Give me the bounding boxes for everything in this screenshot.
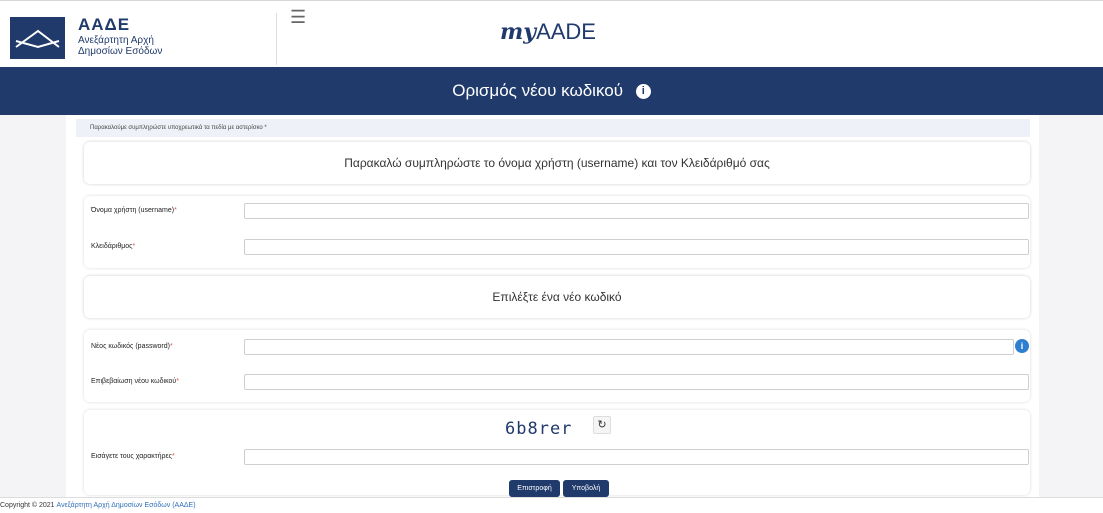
- copyright-text: Copyright © 2021: [0, 502, 57, 509]
- brand-line-2: Δημοσίων Εσόδων: [78, 46, 163, 57]
- section-title-credentials: Παρακαλώ συμπληρώστε το όνομα χρήστη (us…: [84, 142, 1030, 184]
- confirm-password-input[interactable]: [244, 374, 1029, 390]
- aade-brand[interactable]: ΑΑΔΕ Ανεξάρτητη Αρχή Δημοσίων Εσόδων: [78, 15, 162, 57]
- refresh-icon[interactable]: ↻: [593, 416, 611, 434]
- myaade-logo-suffix: AADE: [536, 19, 596, 44]
- new-password-label: Νέος κωδικός (password)*: [91, 343, 173, 350]
- footer: Copyright © 2021 Ανεξάρτητη Αρχή Δημοσίω…: [0, 497, 1103, 513]
- kleidarithmos-label: Κλειδάριθμος*: [91, 243, 136, 250]
- username-label: Όνομα χρήστη (username)*: [91, 207, 177, 214]
- confirm-password-label: Επιβεβαίωση νέου κωδικού*: [91, 378, 179, 385]
- username-input[interactable]: [244, 203, 1029, 219]
- section-title-new-password: Επιλέξτε ένα νέο κωδικό: [84, 276, 1030, 318]
- info-icon[interactable]: i: [635, 84, 651, 100]
- required-hint: Παρακαλούμε συμπληρώστε υποχρεωτικά τα π…: [76, 119, 1030, 137]
- captcha-label: Εισάγετε τους χαρακτήρες*: [91, 453, 175, 460]
- header-divider: [276, 13, 277, 65]
- aade-footer-link[interactable]: Ανεξάρτητη Αρχή Δημοσίων Εσόδων (ΑΑΔΕ): [57, 502, 196, 509]
- myaade-logo[interactable]: myAADE: [500, 19, 596, 45]
- page-title-banner: Ορισμός νέου κωδικού i: [0, 67, 1103, 115]
- captcha-image: 6b8rer: [505, 419, 573, 439]
- submit-button[interactable]: Υποβολή: [563, 480, 609, 497]
- password-info-icon[interactable]: i: [1015, 339, 1029, 353]
- aade-logo-icon[interactable]: [10, 17, 65, 59]
- page-title: Ορισμός νέου κωδικού: [452, 81, 623, 100]
- top-header: ΑΑΔΕ Ανεξάρτητη Αρχή Δημοσίων Εσόδων ☰ m…: [0, 0, 1103, 68]
- captcha-input[interactable]: [244, 449, 1029, 465]
- kleidarithmos-input[interactable]: [244, 239, 1029, 255]
- hamburger-icon[interactable]: ☰: [290, 7, 306, 28]
- new-password-input[interactable]: [244, 339, 1014, 355]
- brand-line-1: Ανεξάρτητη Αρχή: [78, 35, 154, 46]
- back-button[interactable]: Επιστροφή: [509, 480, 560, 497]
- brand-name: ΑΑΔΕ: [78, 15, 131, 34]
- myaade-logo-prefix: my: [500, 19, 537, 45]
